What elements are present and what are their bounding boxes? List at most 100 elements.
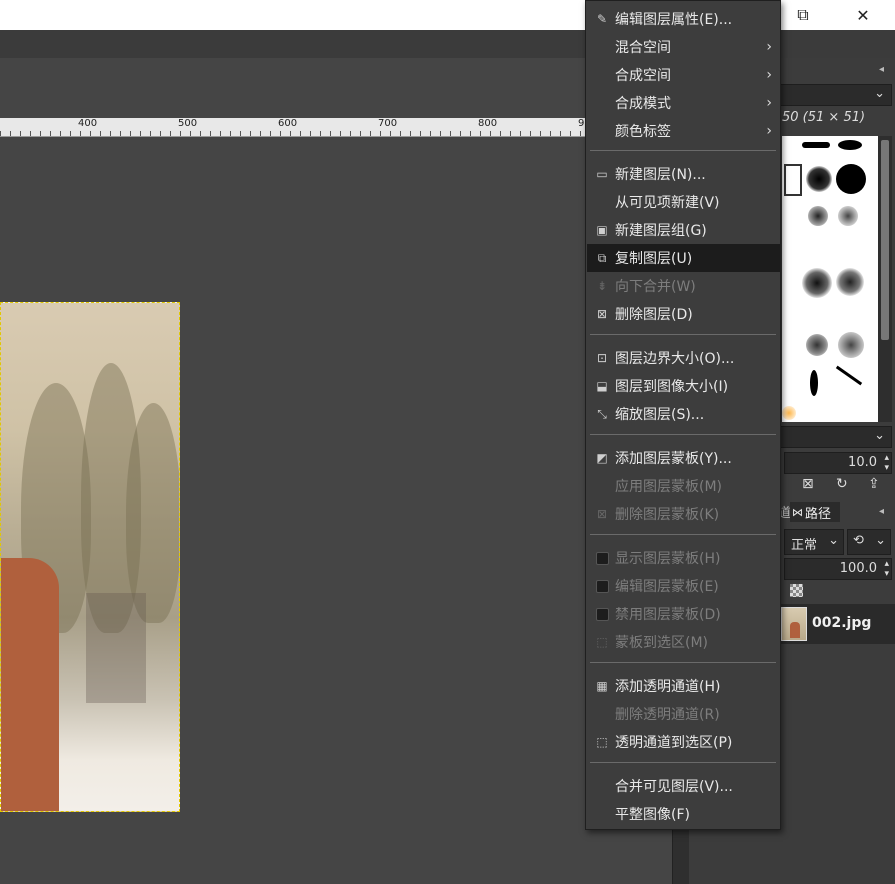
- brush-item[interactable]: [806, 166, 832, 192]
- ruler-label: 500: [178, 118, 198, 129]
- brush-item[interactable]: [808, 206, 828, 226]
- dock-menu-icon[interactable]: ◂: [879, 64, 884, 75]
- menu-item[interactable]: ▦ 添加透明通道(H): [587, 672, 780, 700]
- ruler-tick: [270, 131, 271, 136]
- menu-item[interactable]: ⊠ 删除图层(D): [587, 300, 780, 328]
- spacing-field[interactable]: 10.0 ▴ ▾: [784, 452, 892, 474]
- menu-item[interactable]: 合成空间 ›: [587, 61, 780, 89]
- menu-item[interactable]: ▭ 新建图层(N)...: [587, 160, 780, 188]
- menu-item[interactable]: ✎ 编辑图层属性(E)...: [587, 5, 780, 33]
- chevron-right-icon: ›: [766, 39, 772, 55]
- layer-mode-combo[interactable]: 正常 ⌄: [784, 529, 844, 555]
- menu-separator: [590, 334, 776, 335]
- menu-item-label: 删除透明通道(R): [615, 707, 720, 723]
- menu-item-label: 新建图层组(G): [615, 223, 707, 239]
- ruler-tick: [210, 131, 211, 136]
- ruler-tick: [550, 131, 551, 136]
- menu-item[interactable]: 合成模式 ›: [587, 89, 780, 117]
- ruler-tick: [60, 131, 61, 136]
- brush-item[interactable]: [802, 142, 830, 148]
- menu-item[interactable]: ⤡ 缩放图层(S)...: [587, 400, 780, 428]
- ruler-tick: [260, 131, 261, 136]
- ruler-tick: [420, 131, 421, 136]
- menu-item[interactable]: 合并可见图层(V)...: [587, 772, 780, 800]
- menu-item[interactable]: ⬚ 透明通道到选区(P): [587, 728, 780, 756]
- brush-item-selected[interactable]: [784, 164, 802, 196]
- ruler-tick: [200, 131, 201, 136]
- paths-icon: ⋈: [792, 505, 803, 519]
- layer-context-menu: ✎ 编辑图层属性(E)... 混合空间 › 合成空间 › 合成模式 › 颜色标签 › ▭ 新建图层(N…: [585, 0, 781, 830]
- menu-item-label: 图层到图像大小(I): [615, 379, 729, 395]
- menu-separator: [590, 662, 776, 663]
- menu-item-label: 新建图层(N)...: [615, 167, 706, 183]
- brush-filter-combo[interactable]: ⌄: [780, 84, 892, 106]
- image-canvas[interactable]: [0, 302, 180, 812]
- opacity-field[interactable]: 100.0 ▴ ▾: [784, 558, 892, 580]
- menu-item-label: 向下合并(W): [615, 279, 696, 295]
- composite-combo[interactable]: ⟲ ⌄: [847, 529, 891, 555]
- brush-item[interactable]: [802, 268, 832, 298]
- menu-item[interactable]: 从可见项新建(V): [587, 188, 780, 216]
- menu-item[interactable]: ⊡ 图层边界大小(O)...: [587, 344, 780, 372]
- brush-item[interactable]: [838, 206, 858, 226]
- menu-item-label: 平整图像(F): [615, 807, 690, 823]
- menu-item-label: 透明通道到选区(P): [615, 735, 733, 751]
- menu-item-label: 显示图层蒙板(H): [615, 551, 721, 567]
- menu-item[interactable]: 颜色标签 ›: [587, 117, 780, 145]
- brush-scrollbar[interactable]: [878, 136, 892, 422]
- dock-menu-icon[interactable]: ◂: [879, 506, 884, 517]
- close-icon[interactable]: ✕: [840, 0, 886, 30]
- checkbox-icon: [595, 551, 609, 565]
- brush-preset-combo[interactable]: ⌄: [780, 426, 892, 448]
- menu-item[interactable]: ⬓ 图层到图像大小(I): [587, 372, 780, 400]
- ruler-tick: [250, 131, 251, 136]
- menu-item[interactable]: 平整图像(F): [587, 800, 780, 828]
- menu-item-label: 复制图层(U): [615, 251, 693, 267]
- brush-item[interactable]: [782, 406, 796, 420]
- layer-name[interactable]: 002.jpg: [812, 615, 871, 631]
- add-mask-icon: ◩: [596, 451, 608, 465]
- brush-item[interactable]: [836, 268, 864, 296]
- menu-item-label: 蒙板到选区(M): [615, 635, 709, 651]
- menu-item[interactable]: ◩ 添加图层蒙板(Y)...: [587, 444, 780, 472]
- brush-item[interactable]: [838, 140, 862, 150]
- checkbox-icon: [595, 579, 609, 593]
- duplicate-icon: ⧉: [597, 250, 607, 265]
- new-layer-icon: ▭: [596, 167, 608, 181]
- ruler-tick: [30, 131, 31, 136]
- maximize-icon[interactable]: ⧉: [780, 0, 826, 30]
- brush-grid[interactable]: [782, 136, 878, 422]
- brush-item[interactable]: [836, 164, 866, 194]
- ruler-tick: [580, 131, 581, 136]
- menu-item[interactable]: ⧉ 复制图层(U): [587, 244, 780, 272]
- spacing-value: 10.0: [848, 455, 877, 470]
- delete-brush-icon[interactable]: ⊠: [802, 476, 814, 492]
- menu-item[interactable]: ▣ 新建图层组(G): [587, 216, 780, 244]
- horizontal-ruler[interactable]: 400 500 600 700 800 90: [0, 118, 590, 137]
- menu-separator: [590, 434, 776, 435]
- ruler-tick: [150, 131, 151, 136]
- ruler-tick: [510, 131, 511, 136]
- scroll-thumb[interactable]: [881, 140, 889, 340]
- ruler-tick: [40, 131, 41, 136]
- refresh-icon[interactable]: ↻: [836, 476, 848, 492]
- ruler-tick: [540, 131, 541, 136]
- ruler-tick: [310, 131, 311, 136]
- brush-item[interactable]: [838, 332, 864, 358]
- ruler-label: 400: [78, 118, 98, 129]
- menu-item: 应用图层蒙板(M): [587, 472, 780, 500]
- brush-item[interactable]: [806, 334, 828, 356]
- tab-paths[interactable]: ⋈ 路径: [790, 502, 840, 522]
- brush-item[interactable]: [835, 365, 863, 386]
- ruler-tick: [570, 131, 571, 136]
- menu-item-label: 缩放图层(S)...: [615, 407, 705, 423]
- ruler-tick: [140, 131, 141, 136]
- export-icon[interactable]: ⇪: [868, 476, 880, 492]
- menu-item[interactable]: 混合空间 ›: [587, 33, 780, 61]
- menu-item-label: 合成模式: [615, 96, 671, 112]
- lock-alpha-icon[interactable]: [790, 584, 803, 597]
- ruler-tick: [50, 131, 51, 136]
- brush-item[interactable]: [810, 370, 818, 396]
- menu-item-label: 合并可见图层(V)...: [615, 779, 733, 795]
- ruler-tick: [90, 131, 91, 136]
